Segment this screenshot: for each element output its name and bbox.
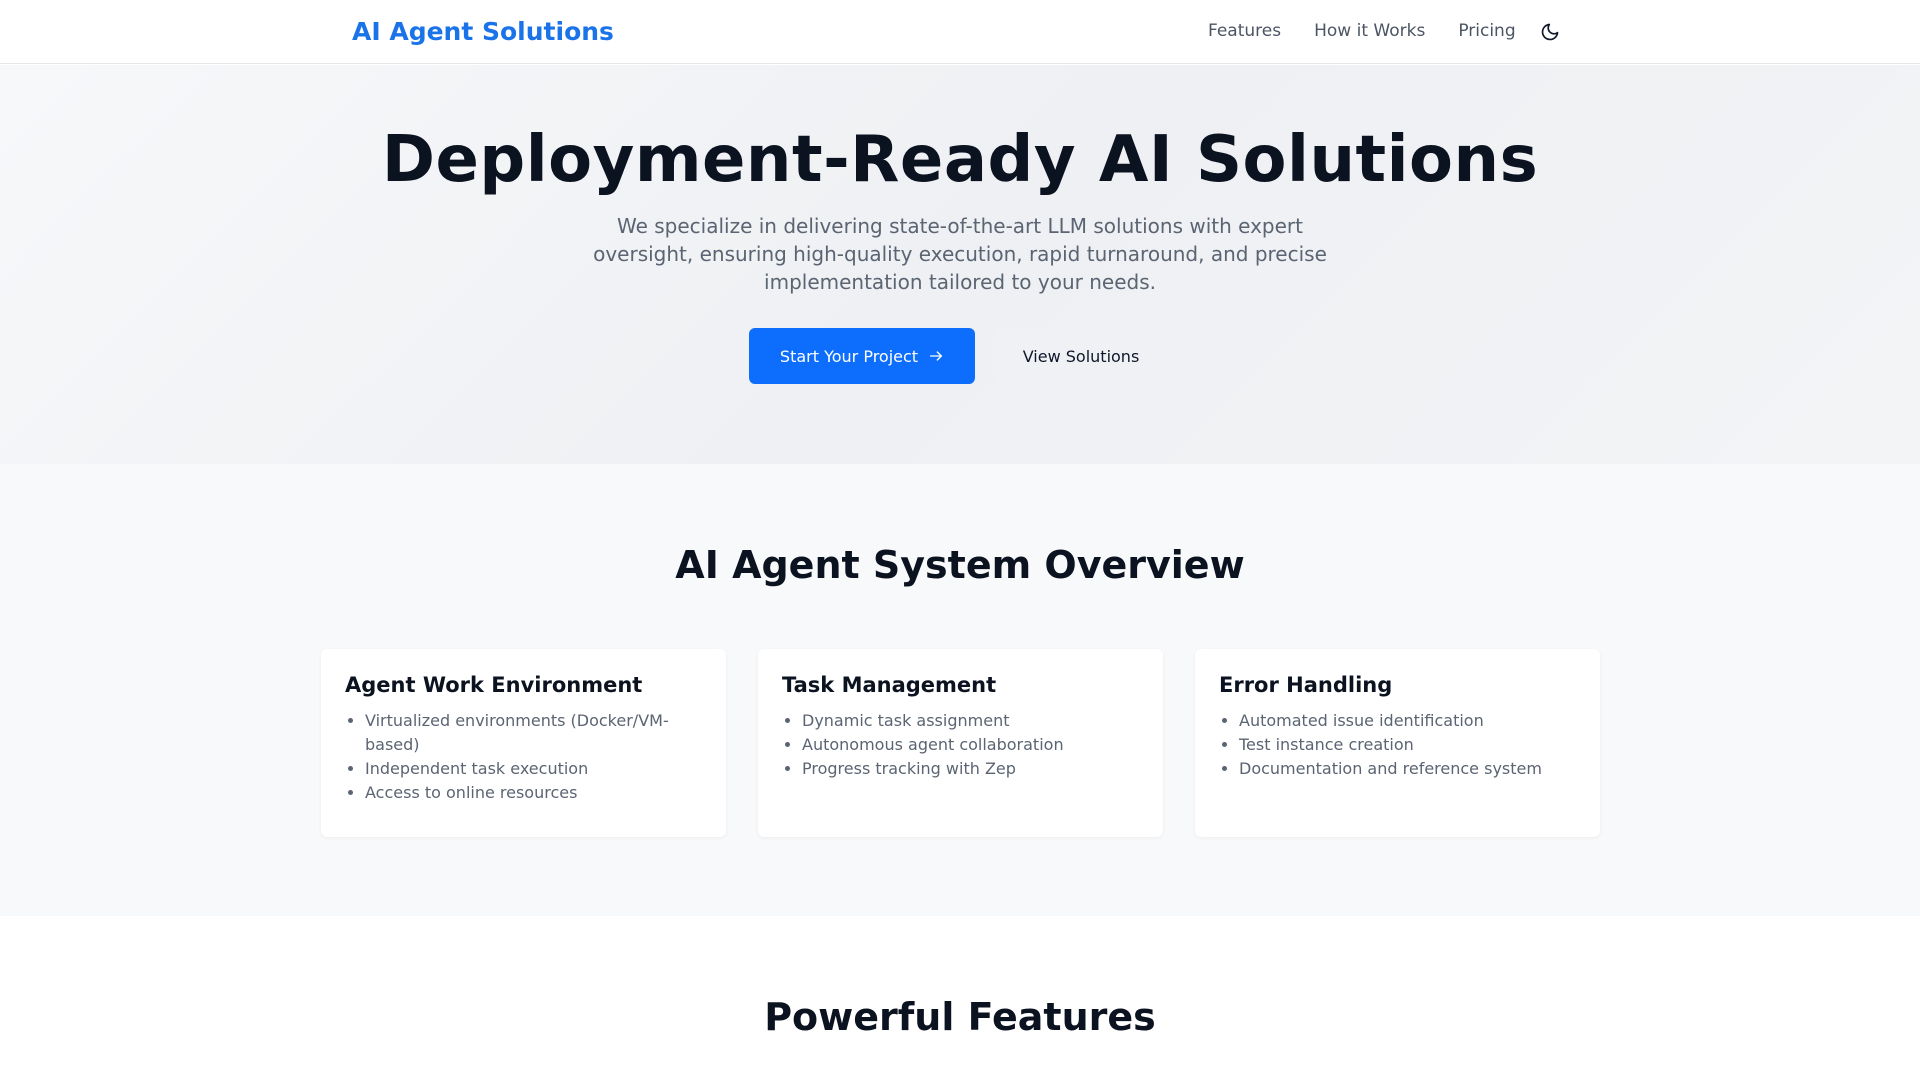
features-title: Powerful Features [764,995,1156,1039]
card-list: Dynamic task assignment Autonomous agent… [782,709,1139,781]
list-item: Independent task execution [365,757,702,781]
hero-section: Deployment-Ready AI Solutions We special… [0,65,1920,464]
overview-title: AI Agent System Overview [675,543,1245,587]
theme-toggle-button[interactable] [1536,18,1564,46]
card-task-management: Task Management Dynamic task assignment … [758,649,1163,837]
overview-section: AI Agent System Overview Agent Work Envi… [0,464,1920,916]
list-item: Access to online resources [365,781,702,805]
hero-title: Deployment-Ready AI Solutions [381,123,1539,197]
main-nav: Features How it Works Pricing [1208,18,1516,44]
card-title: Task Management [782,673,997,697]
card-error-handling: Error Handling Automated issue identific… [1195,649,1600,837]
arrow-right-icon [928,348,944,364]
nav-link-features[interactable]: Features [1208,18,1281,44]
card-title: Agent Work Environment [345,673,643,697]
card-title: Error Handling [1219,673,1393,697]
list-item: Test instance creation [1239,733,1576,757]
site-header: AI Agent Solutions Features How it Works… [0,0,1920,64]
nav-link-pricing[interactable]: Pricing [1458,18,1515,44]
card-list: Automated issue identification Test inst… [1219,709,1576,781]
list-item: Dynamic task assignment [802,709,1139,733]
list-item: Documentation and reference system [1239,757,1576,781]
start-project-label: Start Your Project [779,346,919,366]
view-solutions-button[interactable]: View Solutions [993,328,1169,384]
nav-link-how-it-works[interactable]: How it Works [1314,18,1425,44]
moon-icon [1541,23,1559,41]
card-list: Virtualized environments (Docker/VM-base… [345,709,702,805]
list-item: Progress tracking with Zep [802,757,1139,781]
list-item: Autonomous agent collaboration [802,733,1139,757]
start-project-button[interactable]: Start Your Project [749,328,975,384]
brand-logo[interactable]: AI Agent Solutions [352,16,614,48]
card-agent-work-environment: Agent Work Environment Virtualized envir… [321,649,726,837]
list-item: Virtualized environments (Docker/VM-base… [365,709,702,757]
hero-subtitle: We specialize in delivering state-of-the… [593,214,1327,294]
features-section: Powerful Features [0,916,1920,1080]
list-item: Automated issue identification [1239,709,1576,733]
